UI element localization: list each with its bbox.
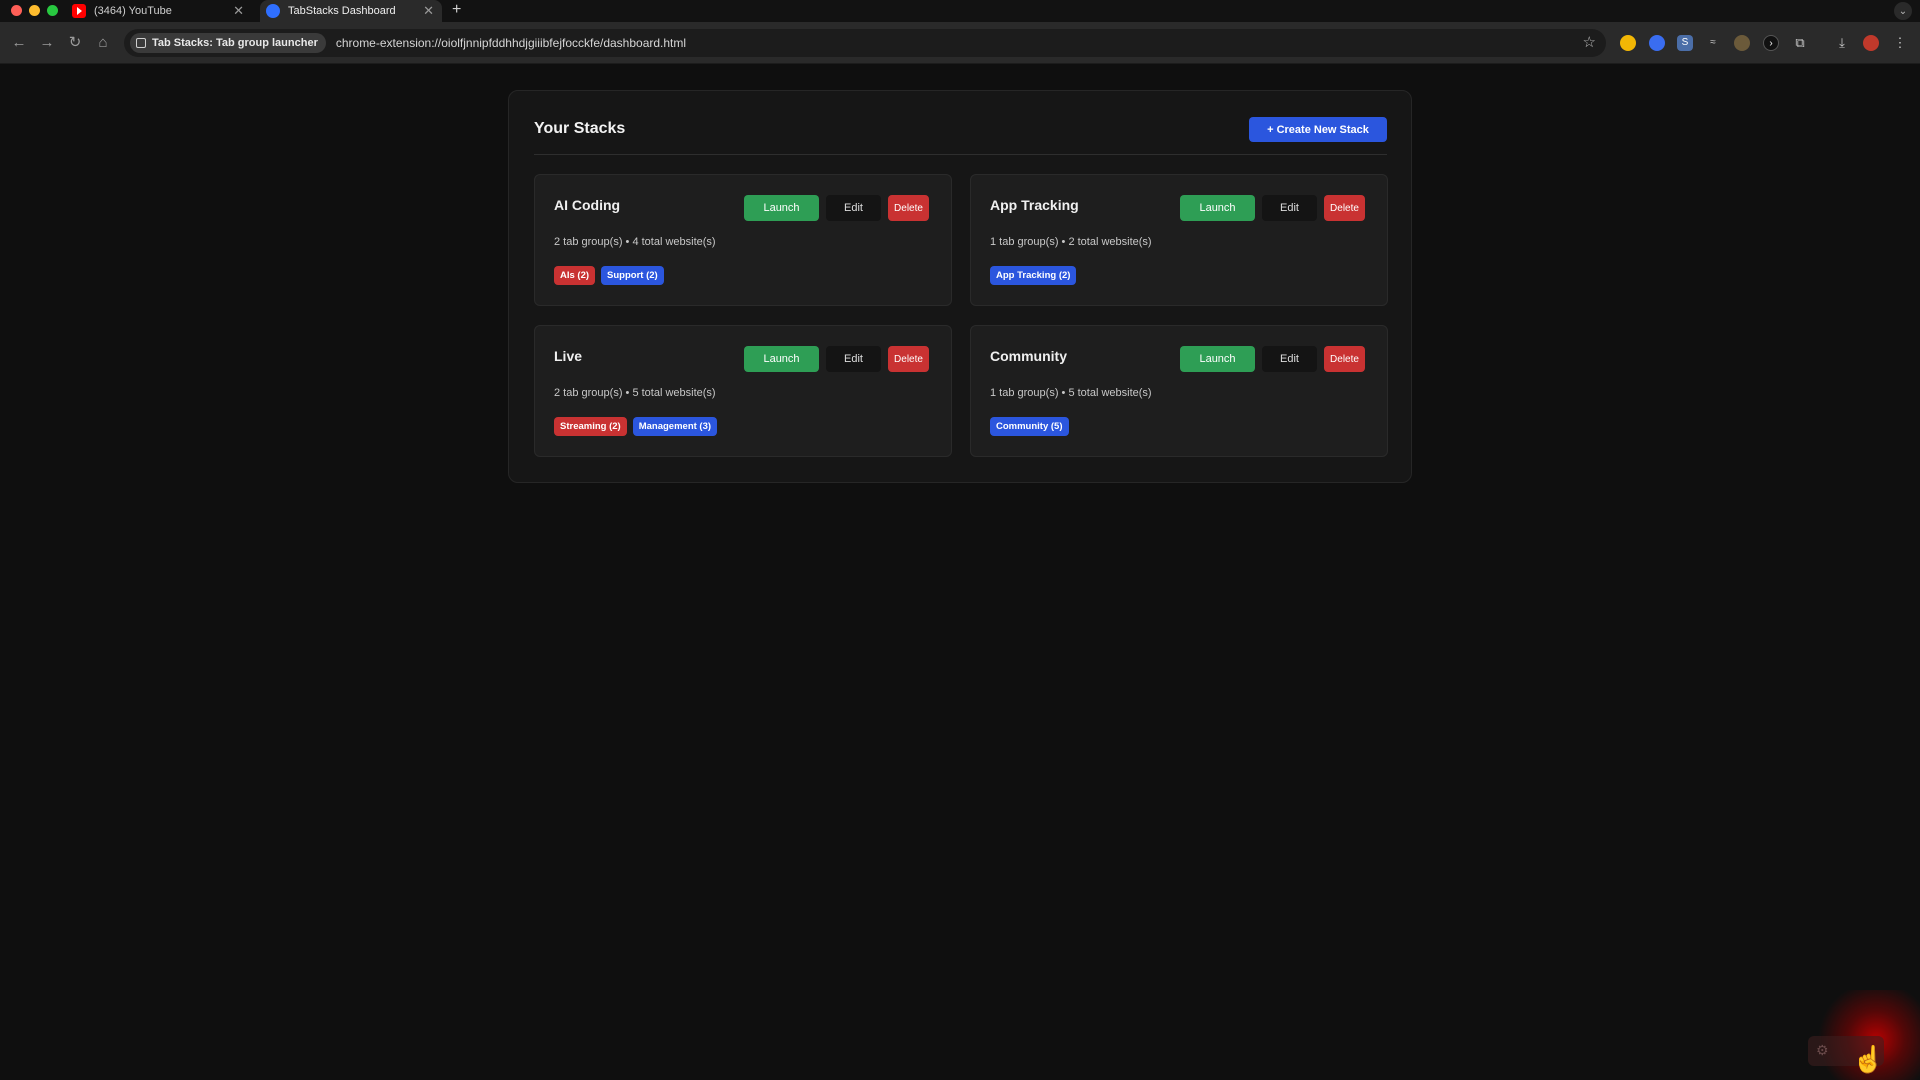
browser-menu-icon[interactable]: ⋮ (1892, 35, 1908, 51)
window-maximize-button[interactable] (47, 5, 58, 16)
delete-button[interactable]: Delete (888, 346, 929, 372)
tab-title: (3464) YouTube (94, 5, 172, 17)
stack-name: Community (990, 348, 1067, 364)
tab-group-tag: AIs (2) (554, 266, 596, 285)
extension-chrome-icon[interactable] (1620, 35, 1636, 51)
tabstacks-icon (266, 4, 280, 18)
edit-button[interactable]: Edit (826, 346, 881, 372)
settings-gear-icon[interactable]: ⚙ (1816, 1042, 1829, 1059)
back-icon[interactable]: ← (8, 32, 30, 54)
extension-page-icon (136, 38, 146, 48)
extensions-puzzle-icon[interactable]: ⧉ (1792, 35, 1808, 51)
delete-button[interactable]: Delete (1324, 346, 1365, 372)
tag-group-list: AIs (2) Support (2) (554, 266, 664, 285)
edit-button[interactable]: Edit (826, 195, 881, 221)
forward-icon[interactable]: → (36, 32, 58, 54)
close-tab-icon[interactable]: ✕ (423, 3, 434, 19)
window-close-button[interactable] (11, 5, 22, 16)
extension-s-icon[interactable]: S (1677, 35, 1693, 51)
site-info-chip[interactable]: Tab Stacks: Tab group launcher (130, 33, 326, 53)
tag-group-list: Streaming (2) Management (3) (554, 417, 718, 436)
browser-toolbar: ← → ↻ ⌂ Tab Stacks: Tab group launcher c… (0, 22, 1920, 64)
download-icon[interactable]: ⤓ (1834, 35, 1850, 51)
page-title: Your Stacks (534, 120, 626, 137)
stack-card: App Tracking Launch Edit Delete 1 tab gr… (970, 174, 1388, 306)
tab-title: TabStacks Dashboard (288, 5, 396, 17)
tab-group-tag: Streaming (2) (554, 417, 627, 436)
launch-button[interactable]: Launch (1180, 346, 1255, 372)
bookmark-star-icon[interactable]: ☆ (1583, 33, 1596, 51)
close-tab-icon[interactable]: ✕ (233, 3, 244, 19)
address-bar[interactable]: Tab Stacks: Tab group launcher chrome-ex… (124, 29, 1606, 57)
launch-button[interactable]: Launch (744, 195, 819, 221)
stack-name: AI Coding (554, 197, 621, 213)
stack-card: AI Coding Launch Edit Delete 2 tab group… (534, 174, 952, 306)
browser-tab-strip: (3464) YouTube ✕ TabStacks Dashboard ✕ +… (0, 0, 1920, 22)
new-tab-button[interactable]: + (452, 1, 461, 19)
stack-name: Live (554, 348, 583, 364)
delete-button[interactable]: Delete (888, 195, 929, 221)
window-minimize-button[interactable] (29, 5, 40, 16)
stack-card: Community Launch Edit Delete 1 tab group… (970, 325, 1388, 457)
stack-meta: 2 tab group(s) • 4 total website(s) (554, 236, 716, 248)
stacks-panel: Your Stacks + Create New Stack AI Coding… (508, 90, 1412, 483)
extension-dark-icon[interactable]: › (1763, 35, 1779, 51)
reload-icon[interactable]: ↻ (64, 32, 86, 54)
tab-search-button[interactable]: ⌄ (1894, 2, 1912, 20)
stack-meta: 2 tab group(s) • 5 total website(s) (554, 387, 716, 399)
tab-group-tag: Community (5) (990, 417, 1069, 436)
stack-card: Live Launch Edit Delete 2 tab group(s) •… (534, 325, 952, 457)
divider (534, 154, 1387, 155)
delete-button[interactable]: Delete (1324, 195, 1365, 221)
edit-button[interactable]: Edit (1262, 346, 1317, 372)
youtube-icon (72, 4, 86, 18)
site-chip-label: Tab Stacks: Tab group launcher (152, 37, 318, 49)
pointer-hand-cursor-icon: ☝ (1852, 1044, 1885, 1074)
stack-meta: 1 tab group(s) • 2 total website(s) (990, 236, 1152, 248)
home-icon[interactable]: ⌂ (92, 32, 114, 54)
create-new-stack-button[interactable]: + Create New Stack (1249, 117, 1387, 142)
browser-tab-tabstacks[interactable]: TabStacks Dashboard ✕ (260, 0, 442, 22)
url-text[interactable]: chrome-extension://oiolfjnnipfddhhdjgiii… (336, 36, 686, 50)
tab-group-tag: Support (2) (601, 266, 664, 285)
extension-wave-icon[interactable]: ≈ (1705, 35, 1721, 51)
stack-meta: 1 tab group(s) • 5 total website(s) (990, 387, 1152, 399)
tag-group-list: App Tracking (2) (990, 266, 1077, 285)
edit-button[interactable]: Edit (1262, 195, 1317, 221)
tag-group-list: Community (5) (990, 417, 1069, 436)
stack-name: App Tracking (990, 197, 1079, 213)
extension-clock-icon[interactable] (1734, 35, 1750, 51)
launch-button[interactable]: Launch (744, 346, 819, 372)
extension-tabstacks-icon[interactable] (1649, 35, 1665, 51)
browser-tab-youtube[interactable]: (3464) YouTube ✕ (72, 0, 252, 22)
tab-group-tag: App Tracking (2) (990, 266, 1077, 285)
tab-group-tag: Management (3) (632, 417, 718, 436)
profile-avatar[interactable] (1863, 35, 1879, 51)
launch-button[interactable]: Launch (1180, 195, 1255, 221)
